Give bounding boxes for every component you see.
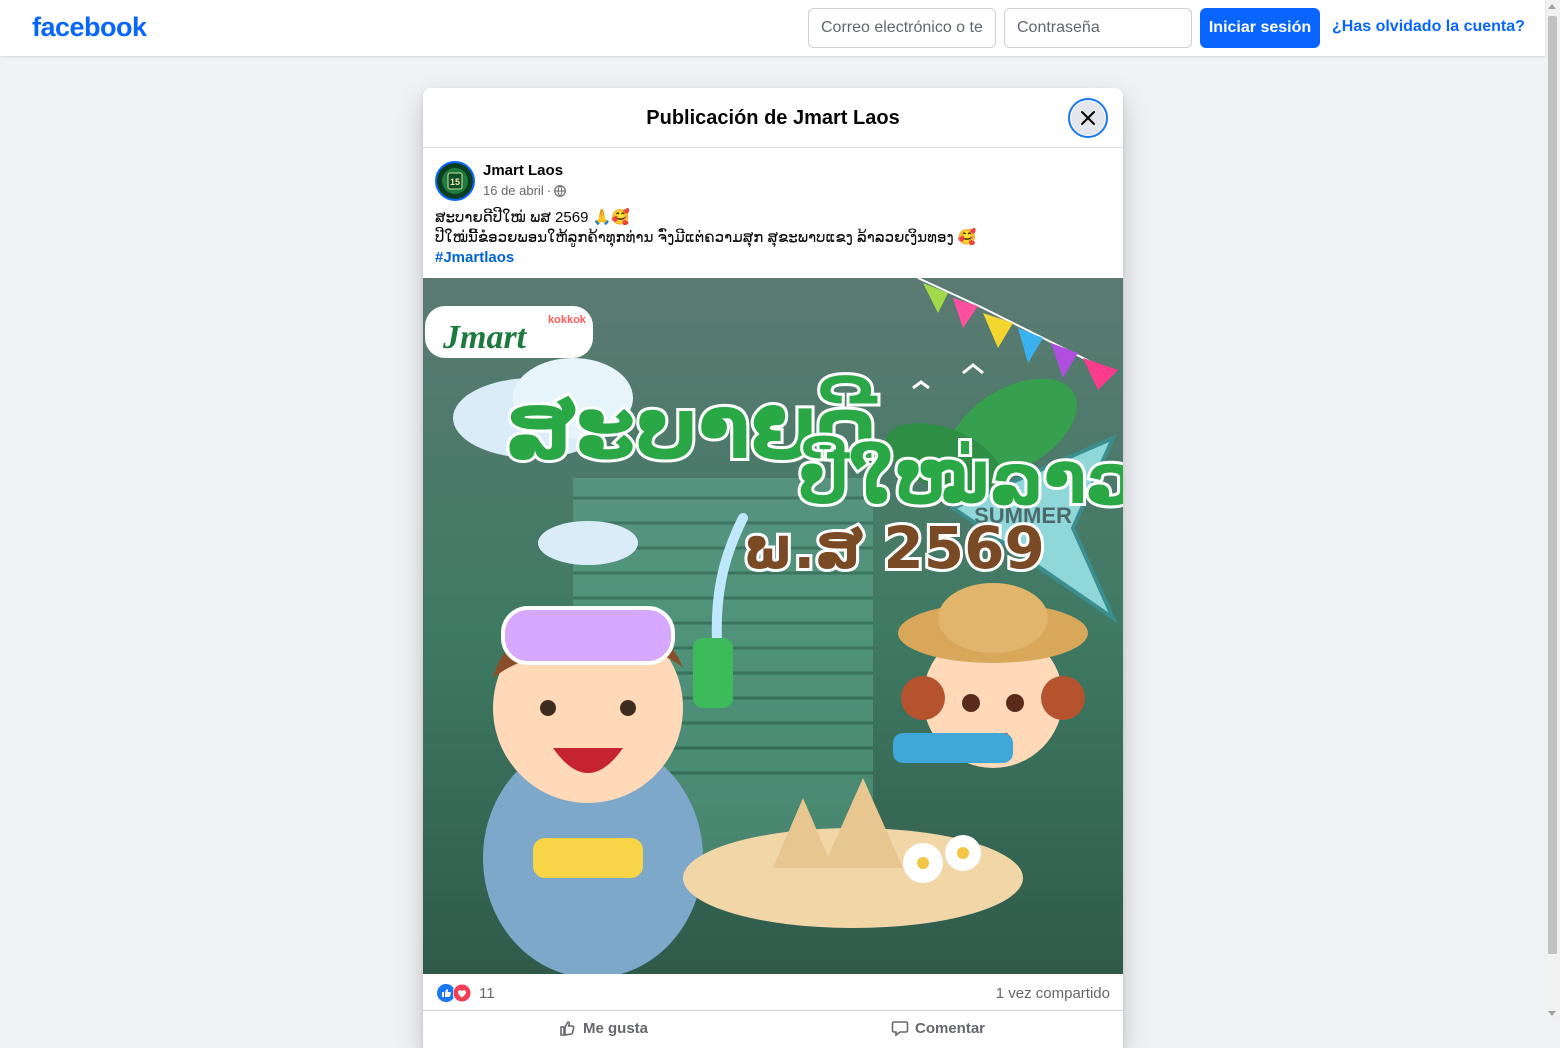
scrollbar-thumb[interactable] <box>1548 16 1557 954</box>
post-action-bar: Me gusta Comentar <box>423 1010 1123 1048</box>
jmart-image-logo: Jmart <box>442 319 528 356</box>
image-headline-line-3: ພ.ສ 2569 <box>743 514 1045 582</box>
email-input[interactable] <box>808 8 996 48</box>
comment-button[interactable]: Comentar <box>891 1019 985 1037</box>
hashtag-link[interactable]: #Jmartlaos <box>435 248 1111 268</box>
post-modal: Publicación de Jmart Laos 15 Jmart Laos … <box>423 88 1123 1048</box>
comment-button-label: Comentar <box>915 1019 986 1037</box>
post-image[interactable]: SUMMER Jmart kokkok ສະບາຍດີ ປີໃໝ່ລາວ ພ.ສ… <box>423 278 1123 974</box>
post-meta: 16 de abril · <box>483 183 566 198</box>
meta-separator: · <box>546 183 552 198</box>
like-button[interactable]: Me gusta <box>559 1019 648 1037</box>
comment-icon <box>891 1021 909 1037</box>
post-image-artwork: SUMMER Jmart kokkok ສະບາຍດີ ປີໃໝ່ລາວ ພ.ສ… <box>423 278 1123 974</box>
close-button[interactable] <box>1068 98 1108 138</box>
globe-icon <box>554 184 566 197</box>
password-input[interactable] <box>1004 8 1192 48</box>
forgot-account-link[interactable]: ¿Has olvidado la cuenta? <box>1332 18 1525 36</box>
post-text-line-1: ສະບາຍດີປີໃໝ່ ພສ 2569 🙏🥰 <box>435 209 630 226</box>
close-icon <box>1081 111 1095 125</box>
share-count[interactable]: 1 vez compartido <box>996 985 1110 1002</box>
scroll-down-arrow-icon[interactable] <box>1548 1011 1556 1016</box>
facebook-logo[interactable]: facebook <box>32 12 147 43</box>
page-scrollbar[interactable] <box>1545 0 1560 1021</box>
post-text-line-2: ປີໃໝ່ນີ້ຂໍອວຍພອນໃຫ້ລູກຄ້າທຸກທ່ານ ຈົ່ງມີແ… <box>435 229 977 246</box>
post-date[interactable]: 16 de abril <box>483 183 544 198</box>
like-button-label: Me gusta <box>583 1019 649 1037</box>
kokkok-label: kokkok <box>548 314 587 326</box>
svg-text:15: 15 <box>450 177 460 187</box>
top-navigation-bar: facebook Iniciar sesión ¿Has olvidado la… <box>0 0 1545 56</box>
love-icon <box>453 984 471 1002</box>
modal-header: Publicación de Jmart Laos <box>423 88 1123 148</box>
login-button[interactable]: Iniciar sesión <box>1200 8 1320 48</box>
image-headline-line-2: ປີໃໝ່ລາວ <box>798 436 1123 520</box>
thumbs-up-icon <box>560 1021 575 1036</box>
post-author[interactable]: Jmart Laos <box>483 162 563 179</box>
reactions-summary[interactable]: 11 <box>437 984 495 1002</box>
reaction-count: 11 <box>479 984 495 1002</box>
scroll-up-arrow-icon[interactable] <box>1548 4 1556 9</box>
post-text: ສະບາຍດີປີໃໝ່ ພສ 2569 🙏🥰 ປີໃໝ່ນີ້ຂໍອວຍພອນ… <box>435 208 1111 268</box>
modal-title: Publicación de Jmart Laos <box>646 107 900 129</box>
avatar[interactable]: 15 <box>435 161 475 201</box>
